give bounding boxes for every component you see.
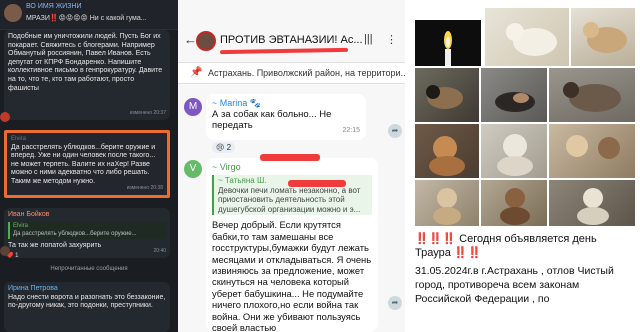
light-chat-panel: ← ПРОТИВ ЭВТАНАЗИИ! Ас... ||| ⋮ 📌 Астрах… xyxy=(178,0,405,332)
post-text: 31.05.2024г.в г.Астрахань , отлов Чистый… xyxy=(415,265,614,305)
message-text: Та так же лопатой захуярить xyxy=(8,241,102,249)
group-title[interactable]: ПРОТИВ ЭВТАНАЗИИ! Ас... xyxy=(220,34,363,46)
dog-photo[interactable] xyxy=(549,180,635,226)
candle-photo[interactable] xyxy=(415,20,481,66)
dog-icon xyxy=(577,188,609,225)
dog-photo[interactable] xyxy=(549,124,635,178)
photo-post-panel: ‼️‼️‼️ Сегодня объявляется день Траура ‼… xyxy=(405,0,640,332)
dog-icon xyxy=(563,82,621,112)
channel-avatar[interactable] xyxy=(4,4,22,22)
chat-header[interactable]: ВО ИМЯ ЖИЗНИ МРАЗИ‼️😡😡😡😡 Ни с какой гума… xyxy=(0,0,178,30)
chat-header: ← ПРОТИВ ЭВТАНАЗИИ! Ас... ||| ⋮ xyxy=(178,28,405,56)
dog-icon xyxy=(566,135,620,159)
dog-photo[interactable] xyxy=(549,68,635,122)
dog-photo[interactable] xyxy=(485,8,569,66)
unread-separator: Непрочитанные сообщения xyxy=(50,266,128,272)
channel-subtitle: МРАЗИ‼️😡😡😡😡 Ни с какой гума... xyxy=(26,14,147,22)
redaction-mark xyxy=(288,180,346,187)
voice-chat-icon[interactable]: ||| xyxy=(364,33,373,45)
dog-icon xyxy=(495,92,535,112)
dog-icon xyxy=(429,136,465,176)
message-time: 20:40 xyxy=(153,248,166,255)
message-author: Elvira xyxy=(11,136,27,142)
dog-icon xyxy=(426,85,463,109)
message-text: А за собак как больно... Не передать xyxy=(212,109,332,131)
quote-text: Да расстрелять ублюдков...берите оружие.… xyxy=(13,231,137,238)
channel-name: ВО ИМЯ ЖИЗНИ xyxy=(26,3,82,10)
dog-photo[interactable] xyxy=(415,124,479,178)
avatar[interactable] xyxy=(0,112,10,122)
message-author: Ирина Петрова xyxy=(8,285,58,292)
message-text: Подобные им уничтожили людей. Пусть Бог … xyxy=(8,33,163,92)
redaction-mark xyxy=(260,154,320,161)
pinned-text: Астрахань. Приволжский район, на террито… xyxy=(208,68,405,78)
channel-subtitle-text: МРАЗИ‼️😡😡😡😡 Ни с какой гума... xyxy=(26,15,147,22)
dog-photo[interactable] xyxy=(481,124,547,178)
pin-icon: 📌 xyxy=(190,67,203,78)
message-author: ~ Virgo xyxy=(212,162,241,172)
dog-icon xyxy=(433,188,461,225)
dog-icon xyxy=(506,23,557,56)
avatar[interactable]: V xyxy=(184,160,202,178)
message-time: изменено 20:38 xyxy=(126,185,163,192)
message-text: Вечер добрый. Если крутятся бабки,то там… xyxy=(212,219,372,332)
quote-text: Девочки печи ломать незаконно, а вот при… xyxy=(218,185,361,214)
highlighted-message-bubble[interactable]: Elvira Да расстрелять ублюдков...берите … xyxy=(4,130,170,198)
message-bubble[interactable]: Подобные им уничтожили людей. Пусть Бог … xyxy=(4,30,170,120)
dog-photo[interactable] xyxy=(571,8,635,66)
avatar[interactable]: M xyxy=(184,98,202,116)
dog-photo[interactable] xyxy=(481,68,547,122)
dog-icon xyxy=(583,22,627,53)
dog-photo[interactable] xyxy=(415,68,479,122)
message-text: Надо снести ворота и разогнать это безза… xyxy=(8,293,166,310)
message-author: Иван Бойков xyxy=(8,211,50,218)
redaction-mark xyxy=(219,47,349,55)
quote-author: Elvira xyxy=(13,222,29,229)
message-text: Да расстрелять ублюдков...берите оружие … xyxy=(11,143,156,185)
reaction-badge[interactable]: 😢 2 xyxy=(212,142,236,153)
dog-photo[interactable] xyxy=(415,180,479,226)
message-bubble[interactable]: Иван Бойков Elvira Да расстрелять ублюдк… xyxy=(4,208,170,258)
dog-photo[interactable] xyxy=(481,180,547,226)
avatar[interactable] xyxy=(0,246,10,256)
message-bubble[interactable]: ~ Marina 🐾 А за собак как больно... Не п… xyxy=(206,94,366,140)
forward-icon[interactable]: ➦ xyxy=(388,124,402,138)
mourning-announcement: ‼️‼️‼️ Сегодня объявляется день Траура ‼… xyxy=(415,233,597,259)
group-avatar[interactable] xyxy=(196,31,216,51)
message-time: изменено 20:37 xyxy=(129,110,166,117)
reply-quote[interactable]: Elvira Да расстрелять ублюдков...берите … xyxy=(8,221,166,239)
pinned-message-bar[interactable]: 📌 Астрахань. Приволжский район, на терри… xyxy=(178,62,405,84)
dog-icon xyxy=(500,188,530,225)
more-icon[interactable]: ⋮ xyxy=(386,33,397,46)
candle-icon xyxy=(444,31,452,66)
forward-icon[interactable]: ➦ xyxy=(388,296,402,310)
message-author: ~ Marina 🐾 xyxy=(212,98,261,108)
reaction-count: 1 xyxy=(15,253,19,259)
message-time: 22:15 xyxy=(342,127,360,134)
message-bubble[interactable]: Ирина Петрова Надо снести ворота и разог… xyxy=(4,282,170,332)
dog-icon xyxy=(497,134,533,176)
dark-chat-panel: ВО ИМЯ ЖИЗНИ МРАЗИ‼️😡😡😡😡 Ни с какой гума… xyxy=(0,0,178,332)
